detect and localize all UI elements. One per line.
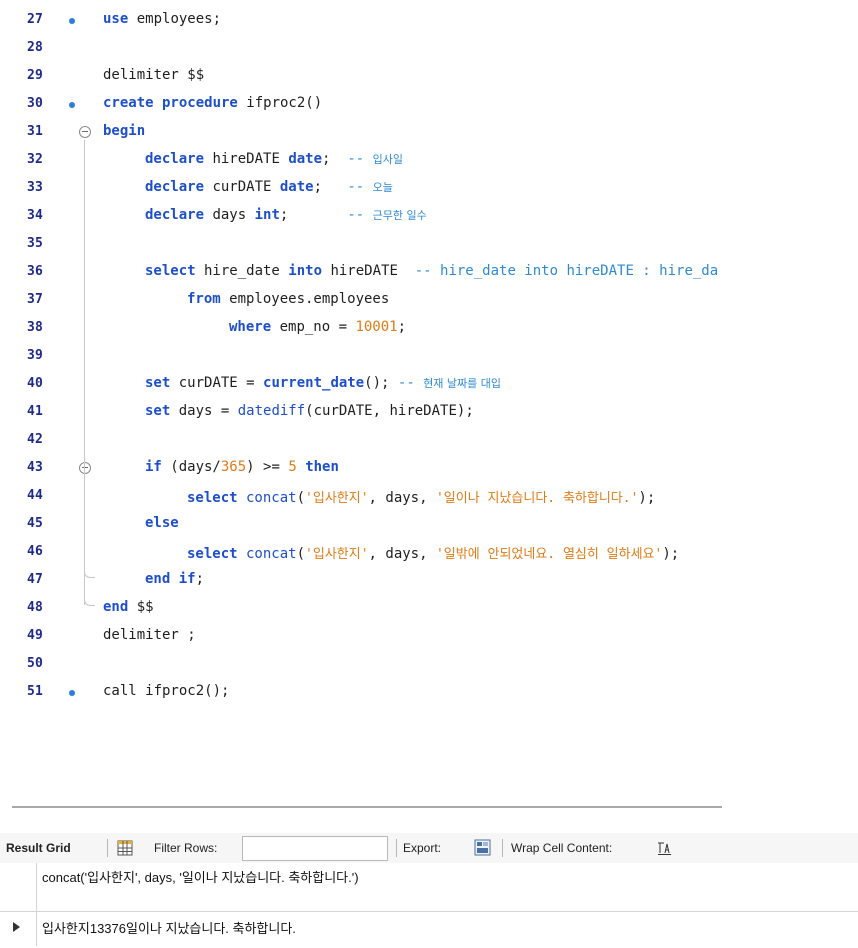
code-text: call ifproc2(); [103,683,230,699]
code-line-38[interactable]: 38 where emp_no = 10001; [0,313,858,341]
code-line-43[interactable]: 43 if (days/365) >= 5 then [0,453,858,481]
line-number: 41 [27,404,44,419]
line-number: 49 [27,628,44,643]
code-text: delimiter ; [103,627,196,643]
code-text: declare curDATE date; -- 오늘 [145,179,393,195]
statement-marker-icon [69,102,75,108]
toolbar-divider [396,839,397,857]
line-number: 40 [27,376,44,391]
filter-rows-label: Filter Rows: [154,841,218,855]
line-number: 39 [27,348,44,363]
export-label: Export: [403,841,442,855]
code-line-33[interactable]: 33 declare curDATE date; -- 오늘 [0,173,858,201]
line-number: 44 [27,488,44,503]
code-line-48[interactable]: 48 end $$ [0,593,858,621]
result-grid-tab[interactable]: Result Grid [6,841,71,855]
code-line-42[interactable]: 42 [0,425,858,453]
code-text: set days = datediff(curDATE, hireDATE); [145,403,474,419]
row-selector[interactable] [0,911,37,946]
line-number: 27 [27,12,44,27]
code-text: use employees; [103,11,222,27]
current-row-arrow-icon [13,922,20,932]
horizontal-scrollbar[interactable] [12,806,722,808]
code-text: create procedure ifproc2() [103,95,323,111]
line-number: 31 [27,124,44,139]
line-number: 47 [27,572,44,587]
code-line-32[interactable]: 32 declare hireDATE date; -- 입사일 [0,145,858,173]
line-number: 28 [27,40,44,55]
line-number: 33 [27,180,44,195]
code-line-49[interactable]: 49 delimiter ; [0,621,858,649]
code-line-46[interactable]: 46 select concat('입사한지', days, '일밖에 안되었네… [0,537,858,565]
code-line-44[interactable]: 44 select concat('입사한지', days, '일이나 지났습니… [0,481,858,509]
code-text: end if; [145,571,205,587]
line-number: 51 [27,684,44,699]
line-number: 50 [27,656,44,671]
code-line-36[interactable]: 36 select hire_date into hireDATE -- hir… [0,257,858,285]
code-line-41[interactable]: 41 set days = datediff(curDATE, hireDATE… [0,397,858,425]
code-text: select concat('입사한지', days, '일이나 지났습니다. … [187,490,656,506]
grid-view-icon[interactable] [117,840,133,856]
code-line-37[interactable]: 37 from employees.employees [0,285,858,313]
filter-rows-input[interactable] [242,836,388,861]
fold-guide-if [84,476,85,577]
code-text: select concat('입사한지', days, '일밖에 안되었네요. … [187,546,680,562]
code-line-47[interactable]: 47 end if; [0,565,858,593]
line-number: 48 [27,600,44,615]
code-line-39[interactable]: 39 [0,341,858,369]
code-line-34[interactable]: 34 declare days int; -- 근무한 일수 [0,201,858,229]
row-selector-header[interactable] [0,863,37,911]
toolbar-divider [502,839,503,857]
statement-marker-icon [69,690,75,696]
code-text: where emp_no = 10001; [229,319,407,335]
code-line-45[interactable]: 45 else [0,509,858,537]
code-text: declare days int; -- 근무한 일수 [145,207,427,223]
sql-editor[interactable]: 27 use employees; 28 29 delimiter $$ 30 … [0,0,858,790]
code-text: declare hireDATE date; -- 입사일 [145,151,403,167]
line-number: 45 [27,516,44,531]
fold-end-marker [84,595,95,606]
code-line-35[interactable]: 35 [0,229,858,257]
fold-end-marker [84,567,95,578]
line-number: 35 [27,236,44,251]
fold-collapse-icon[interactable] [79,126,91,138]
code-line-28[interactable]: 28 [0,33,858,61]
line-number: 30 [27,96,44,111]
code-line-29[interactable]: 29 delimiter $$ [0,61,858,89]
toolbar-divider [107,839,108,857]
line-number: 42 [27,432,44,447]
code-text: set curDATE = current_date(); -- 현재 날짜를 … [145,375,502,391]
code-text: begin [103,123,146,139]
result-grid[interactable]: concat('입사한지', days, '일이나 지났습니다. 축하합니다.'… [0,863,858,948]
line-number: 38 [27,320,44,335]
line-number: 34 [27,208,44,223]
line-number: 32 [27,152,44,167]
code-text: delimiter $$ [103,67,205,83]
statement-marker-icon [69,18,75,24]
line-number: 37 [27,292,44,307]
column-header[interactable]: concat('입사한지', days, '일이나 지났습니다. 축하합니다.'… [42,870,402,886]
result-toolbar: Result Grid Filter Rows: Export: Wrap Ce… [0,833,858,863]
line-number: 36 [27,264,44,279]
export-icon[interactable] [474,839,491,856]
code-line-31[interactable]: 31 begin [0,117,858,145]
code-line-50[interactable]: 50 [0,649,858,677]
code-text: from employees.employees [187,291,390,307]
code-line-51[interactable]: 51 call ifproc2(); [0,677,858,705]
result-cell[interactable]: 입사한지13376일이나 지났습니다. 축하합니다. [42,918,296,937]
line-number: 43 [27,460,44,475]
line-number: 46 [27,544,44,559]
wrap-cell-label: Wrap Cell Content: [511,841,613,855]
code-line-27[interactable]: 27 use employees; [0,5,858,33]
fold-collapse-icon[interactable] [79,462,91,474]
code-text: if (days/365) >= 5 then [145,459,339,475]
code-text: end $$ [103,599,154,615]
code-text: select hire_date into hireDATE -- hire_d… [145,263,719,279]
code-text: else [145,515,179,531]
code-line-30[interactable]: 30 create procedure ifproc2() [0,89,858,117]
wrap-cell-icon[interactable] [656,840,672,856]
line-number: 29 [27,68,44,83]
code-line-40[interactable]: 40 set curDATE = current_date(); -- 현재 날… [0,369,858,397]
